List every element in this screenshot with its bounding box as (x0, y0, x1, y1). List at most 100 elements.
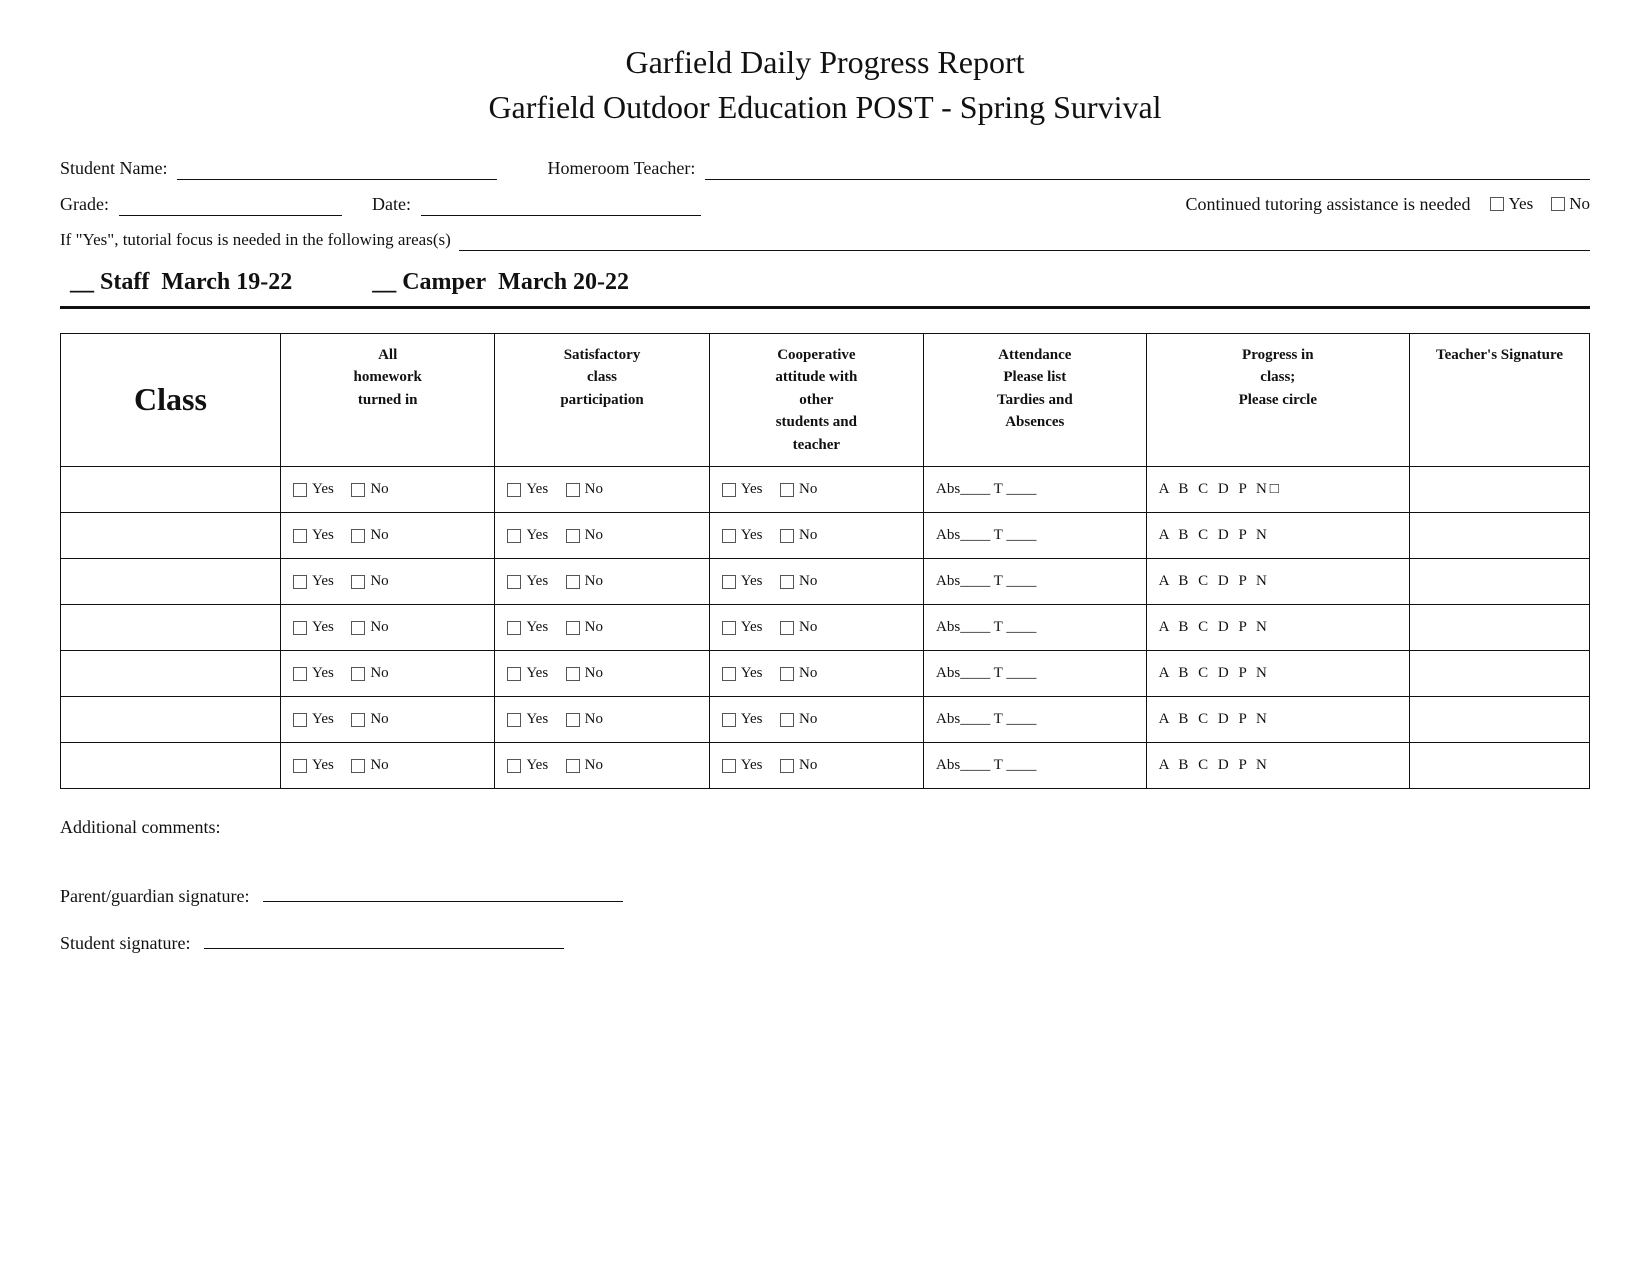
no-text: No (799, 711, 817, 728)
no-cb[interactable] (566, 529, 580, 543)
focus-row: If "Yes", tutorial focus is needed in th… (60, 230, 1590, 251)
no-cb[interactable] (351, 529, 365, 543)
yes-cb[interactable] (507, 621, 521, 635)
yes-cb[interactable] (722, 529, 736, 543)
no-cb[interactable] (351, 759, 365, 773)
staff-text: Staff March 19-22 (100, 269, 292, 296)
no-cb[interactable] (566, 575, 580, 589)
yes-no-group: Yes No (1490, 194, 1590, 214)
focus-label: If "Yes", tutorial focus is needed in th… (60, 230, 451, 250)
yes-cb[interactable] (507, 759, 521, 773)
no-cb[interactable] (566, 483, 580, 497)
yes-cb[interactable] (293, 483, 307, 497)
no-text: No (799, 619, 817, 636)
no-cb[interactable] (780, 713, 794, 727)
yes-checkbox-item[interactable]: Yes (1490, 194, 1533, 214)
yes-cb[interactable] (722, 621, 736, 635)
yes-cb[interactable] (722, 759, 736, 773)
yes-text: Yes (312, 619, 334, 636)
yes-cb[interactable] (722, 713, 736, 727)
no-cb[interactable] (566, 713, 580, 727)
student-name-label: Student Name: (60, 158, 167, 179)
grade-date-tutoring-row: Grade: Date: Continued tutoring assistan… (60, 194, 1590, 216)
no-cb[interactable] (780, 483, 794, 497)
table-row: Yes No Yes No Yes NoAbs____ T ____A B C … (61, 513, 1590, 559)
yes-no-cell: Yes No (709, 605, 923, 651)
student-sig-row: Student signature: (60, 925, 1590, 954)
no-text: No (799, 527, 817, 544)
no-cb[interactable] (351, 667, 365, 681)
class-cell (61, 697, 281, 743)
yes-text: Yes (741, 573, 763, 590)
teacher-sig-cell (1410, 467, 1590, 513)
student-sig-label: Student signature: (60, 933, 190, 954)
no-cb[interactable] (780, 575, 794, 589)
abs-t-cell: Abs____ T ____ (924, 605, 1147, 651)
yes-cb[interactable] (722, 483, 736, 497)
no-cb[interactable] (780, 667, 794, 681)
no-cb[interactable] (351, 483, 365, 497)
yes-cb[interactable] (293, 575, 307, 589)
yes-text: Yes (741, 665, 763, 682)
homeroom-input[interactable] (705, 158, 1590, 180)
no-cb[interactable] (351, 575, 365, 589)
student-name-input[interactable] (177, 158, 497, 180)
yes-cb[interactable] (293, 621, 307, 635)
no-cb[interactable] (780, 529, 794, 543)
no-cb[interactable] (566, 621, 580, 635)
abs-t-text: Abs____ T ____ (936, 665, 1036, 681)
no-text: No (585, 757, 603, 774)
no-checkbox[interactable] (1551, 197, 1565, 211)
yes-cb[interactable] (293, 713, 307, 727)
student-homeroom-row: Student Name: Homeroom Teacher: (60, 158, 1590, 180)
focus-input[interactable] (459, 230, 1590, 251)
no-text: No (370, 619, 388, 636)
no-cb[interactable] (780, 621, 794, 635)
no-label: No (1569, 194, 1590, 214)
yes-checkbox[interactable] (1490, 197, 1504, 211)
yes-text: Yes (526, 619, 548, 636)
stamp-row: __ Staff March 19-22 __ Camper March 20-… (60, 269, 1590, 296)
no-checkbox-item[interactable]: No (1551, 194, 1590, 214)
yes-cb[interactable] (507, 575, 521, 589)
grade-letters: A B C D P N (1159, 527, 1270, 543)
col6-header: Teacher's Signature (1410, 333, 1590, 467)
table-row: Yes No Yes No Yes NoAbs____ T ____A B C … (61, 651, 1590, 697)
abs-t-cell: Abs____ T ____ (924, 559, 1147, 605)
yes-cb[interactable] (722, 667, 736, 681)
parent-sig-line (263, 878, 623, 902)
parent-sig-row: Parent/guardian signature: (60, 878, 1590, 907)
yes-cb[interactable] (722, 575, 736, 589)
yes-cb[interactable] (507, 667, 521, 681)
yes-cb[interactable] (293, 667, 307, 681)
no-cb[interactable] (351, 621, 365, 635)
date-input[interactable] (421, 194, 701, 216)
yes-text: Yes (312, 573, 334, 590)
yes-cb[interactable] (507, 529, 521, 543)
yes-no-cell: Yes No (495, 605, 709, 651)
yes-no-cell: Yes No (709, 467, 923, 513)
class-cell (61, 467, 281, 513)
no-cb[interactable] (780, 759, 794, 773)
no-cb[interactable] (566, 667, 580, 681)
yes-no-cell: Yes No (281, 743, 495, 789)
grade-input[interactable] (119, 194, 342, 216)
title-section: Garfield Daily Progress Report Garfield … (60, 40, 1590, 130)
grade-letters-cell: A B C D P N (1146, 605, 1409, 651)
yes-cb[interactable] (507, 713, 521, 727)
abs-t-cell: Abs____ T ____ (924, 467, 1147, 513)
yes-cb[interactable] (293, 759, 307, 773)
no-text: No (585, 665, 603, 682)
no-cb[interactable] (566, 759, 580, 773)
yes-no-cell: Yes No (281, 697, 495, 743)
camper-prefix: __ (372, 269, 396, 296)
yes-text: Yes (741, 527, 763, 544)
abs-t-cell: Abs____ T ____ (924, 743, 1147, 789)
col2-header: Satisfactoryclassparticipation (495, 333, 709, 467)
yes-cb[interactable] (507, 483, 521, 497)
yes-cb[interactable] (293, 529, 307, 543)
grade-letters: A B C D P N (1159, 573, 1270, 589)
grade-letters: A B C D P N (1159, 665, 1270, 681)
no-text: No (799, 481, 817, 498)
no-cb[interactable] (351, 713, 365, 727)
